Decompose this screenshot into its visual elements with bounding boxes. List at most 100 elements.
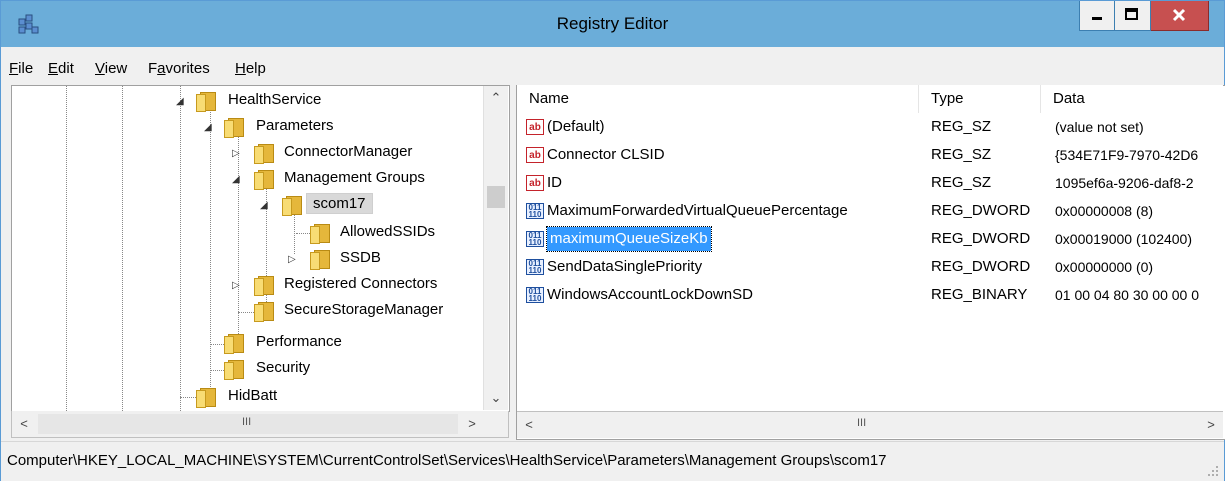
folder-icon xyxy=(310,250,330,270)
column-header-data[interactable]: Data xyxy=(1041,85,1223,113)
scroll-right-icon[interactable]: > xyxy=(460,412,484,436)
tree-node-label: HidBatt xyxy=(228,387,278,404)
title-bar[interactable]: Registry Editor xyxy=(1,1,1224,47)
menu-file[interactable]: File xyxy=(9,60,33,77)
value-type: REG_SZ xyxy=(931,146,992,163)
value-name: ID xyxy=(547,174,562,191)
folder-icon xyxy=(224,334,244,354)
menu-view-rest: iew xyxy=(104,60,128,77)
collapse-icon[interactable]: ◢ xyxy=(204,122,212,133)
menu-favorites-key: a xyxy=(157,60,166,77)
menu-edit[interactable]: Edit xyxy=(48,60,74,77)
scroll-left-icon[interactable]: < xyxy=(517,413,541,437)
values-horizontal-scrollbar[interactable]: < III > xyxy=(517,411,1223,438)
tree-guide-line xyxy=(180,86,181,411)
menu-view[interactable]: View xyxy=(95,60,127,77)
scroll-grip-icon: III xyxy=(242,416,252,428)
minimize-button[interactable] xyxy=(1079,1,1115,31)
collapse-icon[interactable]: ◢ xyxy=(260,200,268,211)
tree-node-label: Performance xyxy=(256,333,342,350)
column-header-type[interactable]: Type xyxy=(919,85,1041,113)
menu-help-key: H xyxy=(235,60,246,77)
folder-icon xyxy=(196,388,216,408)
value-row[interactable]: 011 110 SendDataSinglePriority REG_DWORD 0x… xyxy=(517,253,1223,281)
value-type: REG_SZ xyxy=(931,174,992,191)
tree-horizontal-scrollbar[interactable]: < III > xyxy=(11,411,509,438)
value-data: 0x00000008 (8) xyxy=(1055,203,1154,219)
value-data: (value not set) xyxy=(1055,119,1144,135)
scroll-up-icon[interactable]: ⌃ xyxy=(484,86,508,110)
folder-icon xyxy=(224,360,244,380)
scroll-left-icon[interactable]: < xyxy=(12,412,36,436)
menu-file-key: F xyxy=(9,60,19,77)
value-row[interactable]: ab (Default) REG_SZ (value not set) xyxy=(517,113,1223,141)
tree-node-label: Registered Connectors xyxy=(284,275,438,292)
tree-horizontal-scroll-thumb[interactable]: III xyxy=(38,414,458,434)
resize-grip-icon[interactable] xyxy=(1206,464,1220,478)
minimize-icon xyxy=(1092,17,1102,20)
tree-guide-line xyxy=(66,86,67,411)
tree-node-label: AllowedSSIDs xyxy=(340,223,436,240)
folder-icon xyxy=(254,144,274,164)
registry-editor-window: Registry Editor File Edit View Favorites… xyxy=(0,0,1225,481)
collapse-icon[interactable]: ◢ xyxy=(232,174,240,185)
tree-guide-line xyxy=(180,397,196,398)
tree-node-label: SSDB xyxy=(340,249,381,266)
menu-favorites-pre: F xyxy=(148,60,158,77)
string-value-icon: ab xyxy=(526,147,544,163)
values-horizontal-scroll-thumb[interactable]: III xyxy=(543,415,1195,435)
current-key-path: Computer\HKEY_LOCAL_MACHINE\SYSTEM\Curre… xyxy=(7,452,887,469)
value-type: REG_DWORD xyxy=(931,202,1031,219)
menu-file-rest: ile xyxy=(18,60,34,77)
menu-favorites[interactable]: Favorites xyxy=(148,60,210,77)
binary-value-icon: 011 110 xyxy=(526,231,544,247)
window-title: Registry Editor xyxy=(556,14,669,33)
binary-value-icon: 011 110 xyxy=(526,203,544,219)
value-type: REG_BINARY xyxy=(931,286,1028,303)
close-button[interactable] xyxy=(1151,1,1209,31)
collapse-icon[interactable]: ◢ xyxy=(176,96,184,107)
tree-node-label: ConnectorManager xyxy=(284,143,413,160)
menu-view-key: V xyxy=(95,60,105,77)
value-row[interactable]: ab ID REG_SZ 1095ef6a-9206-daf8-2 xyxy=(517,169,1223,197)
tree-guide-line xyxy=(122,86,123,411)
value-row[interactable]: 011 110 WindowsAccountLockDownSD REG_BINAR… xyxy=(517,281,1223,309)
value-data: 1095ef6a-9206-daf8-2 xyxy=(1055,175,1194,191)
tree-vertical-scroll-thumb[interactable] xyxy=(487,186,505,208)
tree-node-label: Parameters xyxy=(256,117,334,134)
value-row[interactable]: 011 110 MaximumForwardedVirtualQueuePerce… xyxy=(517,197,1223,225)
folder-icon xyxy=(310,224,330,244)
maximize-button[interactable] xyxy=(1115,1,1151,31)
binary-value-icon: 011 110 xyxy=(526,287,544,303)
string-value-icon: ab xyxy=(526,175,544,191)
menu-edit-rest: dit xyxy=(58,60,74,77)
scroll-right-icon[interactable]: > xyxy=(1199,413,1223,437)
tree-guide-line xyxy=(210,344,224,345)
expand-icon[interactable]: ▷ xyxy=(232,280,240,291)
tree-vertical-scrollbar[interactable]: ⌃ ⌄ xyxy=(483,86,508,410)
column-header-name[interactable]: Name xyxy=(517,85,919,113)
value-row[interactable]: ab Connector CLSID REG_SZ {534E71F9-7970-42… xyxy=(517,141,1223,169)
menu-help[interactable]: Help xyxy=(235,60,266,77)
value-name: maximumQueueSizeKb xyxy=(546,226,712,252)
value-type: REG_DWORD xyxy=(931,230,1031,247)
menu-edit-key: E xyxy=(48,60,59,77)
expand-icon[interactable]: ▷ xyxy=(288,254,296,265)
tree-node-label: Security xyxy=(256,359,311,376)
folder-icon xyxy=(254,276,274,296)
value-name: WindowsAccountLockDownSD xyxy=(547,286,753,303)
value-name: (Default) xyxy=(547,118,605,135)
tree-guide-line xyxy=(238,312,254,313)
expand-icon[interactable]: ▷ xyxy=(232,148,240,159)
status-bar: Computer\HKEY_LOCAL_MACHINE\SYSTEM\Curre… xyxy=(1,441,1224,481)
scroll-down-icon[interactable]: ⌄ xyxy=(484,386,508,410)
binary-value-icon: 011 110 xyxy=(526,259,544,275)
menu-help-rest: elp xyxy=(245,60,266,77)
key-tree-pane[interactable]: ◢ HealthService ◢ Parameters ▷ Connector… xyxy=(11,85,510,412)
value-type: REG_DWORD xyxy=(931,258,1031,275)
tree-guide-line xyxy=(210,370,224,371)
value-type: REG_SZ xyxy=(931,118,992,135)
value-data: 0x00019000 (102400) xyxy=(1055,231,1193,247)
value-row[interactable]: 011 110 maximumQueueSizeKb REG_DWORD 0x0001… xyxy=(517,225,1223,253)
tree-node-label: Management Groups xyxy=(284,169,425,186)
